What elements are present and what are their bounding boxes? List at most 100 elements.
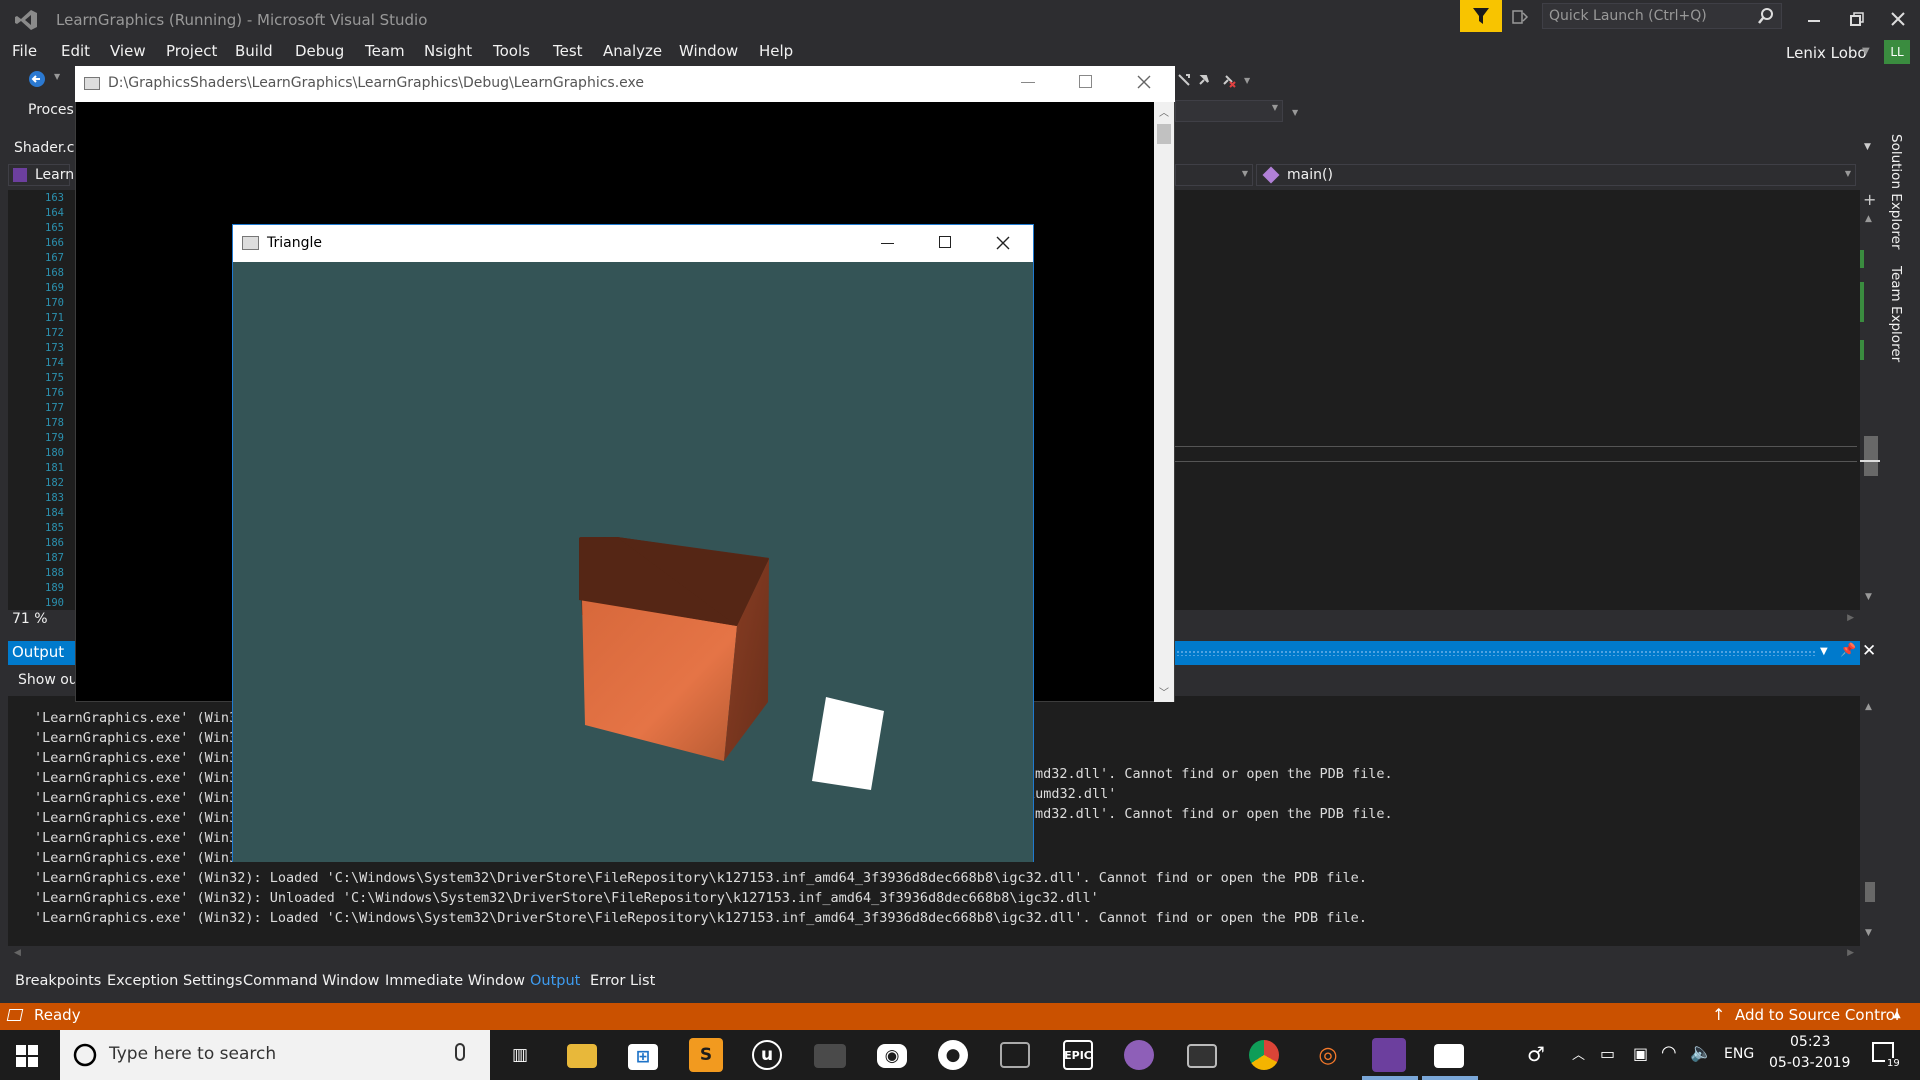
tab-exception-settings[interactable]: Exception Settings [107,973,242,989]
toolbar-overflow-icon[interactable]: ▼ [1244,76,1250,85]
clock-date[interactable]: 05-03-2019 [1769,1055,1850,1071]
tab-breakpoints[interactable]: Breakpoints [15,973,101,989]
menu-view[interactable]: View [110,42,146,60]
back-dropdown-icon[interactable]: ▼ [54,72,60,81]
console-taskbar-icon[interactable] [1187,1044,1217,1068]
menu-test[interactable]: Test [553,42,583,60]
scroll-up-icon[interactable]: ▲ [1865,214,1872,224]
console-vertical-scrollbar[interactable]: ︿ ﹀ [1154,102,1174,702]
project-nav-dropdown[interactable]: Learn [8,164,74,186]
tab-output[interactable]: Output [530,973,580,989]
scroll-right-icon[interactable]: ▶ [1847,613,1854,623]
battery-icon[interactable]: ▭ [1600,1044,1615,1063]
panel-grip[interactable] [1176,650,1816,656]
close-icon[interactable]: ✕ [1862,641,1876,661]
menu-help[interactable]: Help [759,42,793,60]
steam-icon[interactable]: ● [938,1040,968,1070]
scroll-thumb[interactable] [1157,124,1171,144]
scroll-down-icon[interactable]: ▼ [1865,592,1872,602]
triangle-app-taskbar-icon[interactable] [1434,1044,1464,1068]
scroll-thumb[interactable] [1864,436,1878,476]
menu-tools[interactable]: Tools [493,42,530,60]
sublime-text-icon[interactable]: S [689,1038,723,1072]
scroll-up-icon[interactable]: ▲ [1865,702,1872,712]
file-explorer-icon[interactable] [567,1044,597,1068]
output-horizontal-scrollbar[interactable]: ◀ ▶ [8,946,1860,964]
taskbar-search-box[interactable]: Type here to search [60,1030,490,1080]
chevron-up-icon[interactable]: ︿ [1572,1044,1585,1063]
scroll-up-icon[interactable]: ︿ [1159,104,1169,119]
chevron-up-icon[interactable]: ▲ [1893,1009,1901,1020]
stack-frame-dropdown[interactable]: ▼ [1175,100,1283,122]
notification-icon[interactable] [1510,7,1530,27]
team-explorer-tab[interactable]: Team Explorer [1888,266,1904,362]
unpin-icon[interactable] [1220,72,1236,92]
unreal-engine-icon[interactable]: u [752,1040,782,1070]
panel-options-icon[interactable]: ▼ [1820,646,1828,657]
chrome-icon[interactable] [1249,1040,1279,1070]
add-to-source-control-button[interactable]: Add to Source Control [1735,1006,1899,1024]
zoom-level[interactable]: 71 % [12,611,48,627]
discord-icon[interactable]: ◉ [877,1044,907,1068]
close-icon[interactable] [996,236,1010,250]
scroll-down-icon[interactable]: ▼ [1865,928,1872,938]
debug-step-icon[interactable] [1176,72,1192,92]
windows-start-icon[interactable] [16,1045,38,1067]
maximize-icon[interactable] [939,236,951,248]
tab-command-window[interactable]: Command Window [243,973,379,989]
task-view-icon[interactable]: ▥ [503,1038,537,1072]
clock-time[interactable]: 05:23 [1790,1034,1830,1050]
member-nav-dropdown[interactable]: main() ▼ [1256,164,1856,186]
minimize-icon[interactable] [881,243,894,244]
menu-window[interactable]: Window [679,42,738,60]
editor-vertical-scrollbar[interactable]: + ▲ ▼ [1860,190,1880,610]
visual-studio-taskbar-icon[interactable] [1372,1038,1406,1072]
minimize-icon[interactable] [1021,82,1035,83]
maximize-icon[interactable] [1079,75,1092,88]
avatar[interactable]: LL [1884,40,1910,64]
scroll-left-icon[interactable]: ◀ [14,948,21,958]
tab-error-list[interactable]: Error List [590,973,655,989]
tab-immediate-window[interactable]: Immediate Window [385,973,525,989]
split-editor-icon[interactable]: + [1863,190,1876,209]
scroll-right-icon[interactable]: ▶ [1847,948,1854,958]
menu-project[interactable]: Project [166,42,217,60]
menu-analyze[interactable]: Analyze [603,42,662,60]
minimize-button[interactable] [1800,8,1828,32]
menu-nsight[interactable]: Nsight [424,42,472,60]
epic-games-icon[interactable]: EPIC [1063,1040,1093,1070]
people-icon[interactable]: ♂ [1527,1042,1545,1066]
scroll-down-icon[interactable]: ﹀ [1159,684,1169,699]
restore-button[interactable] [1843,8,1871,32]
toolbar-overflow-icon[interactable]: ▼ [1292,108,1298,117]
document-tab[interactable]: Shader.cp [8,138,83,160]
scope-nav-dropdown[interactable]: ▼ [1175,164,1253,186]
terminal-app-icon[interactable] [814,1044,846,1068]
output-vertical-scrollbar[interactable]: ▲ ▼ [1860,696,1880,946]
nvidia-icon[interactable] [1000,1042,1030,1068]
pin-icon[interactable]: 📌 [1840,643,1856,658]
github-desktop-icon[interactable] [1124,1040,1154,1070]
wifi-icon[interactable]: ◠ [1661,1042,1677,1063]
render-viewport[interactable] [233,262,1033,862]
menu-team[interactable]: Team [365,42,405,60]
menu-build[interactable]: Build [235,42,273,60]
menu-edit[interactable]: Edit [61,42,90,60]
back-arrow-icon[interactable] [28,70,46,92]
feedback-filter-button[interactable] [1460,0,1502,32]
microsoft-store-icon[interactable]: ⊞ [628,1044,658,1070]
quick-launch-input[interactable]: Quick Launch (Ctrl+Q) [1542,3,1782,29]
language-indicator[interactable]: ENG [1724,1046,1754,1062]
pin-icon[interactable] [1196,72,1212,92]
scroll-thumb[interactable] [1865,882,1875,902]
volume-icon[interactable]: 🔈 [1690,1042,1712,1063]
menu-file[interactable]: File [12,42,37,60]
user-name[interactable]: Lenix Lobo [1786,44,1867,62]
close-icon[interactable] [1137,75,1151,89]
microphone-icon[interactable] [455,1043,465,1061]
menu-debug[interactable]: Debug [295,42,344,60]
display-icon[interactable]: ▣ [1633,1044,1648,1063]
close-button[interactable] [1884,8,1912,32]
solution-explorer-tab[interactable]: Solution Explorer [1888,134,1904,250]
blender-icon[interactable]: ◎ [1311,1038,1345,1072]
